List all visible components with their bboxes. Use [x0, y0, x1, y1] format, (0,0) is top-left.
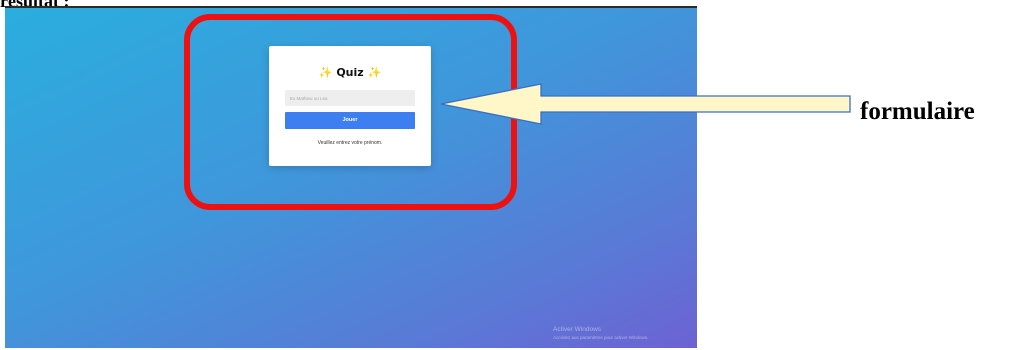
- annotation-arrow: [440, 83, 851, 125]
- activate-windows-title: Activer Windows: [553, 326, 602, 333]
- annotation-label: formulaire: [860, 98, 975, 125]
- activate-windows-subtitle: Accédez aux paramètres pour activer Wind…: [553, 335, 649, 340]
- document-page: résultat : ✨ Quiz ✨ Jouer Veuillez entre…: [0, 0, 1009, 350]
- activate-windows-watermark: Activer Windows Accédez aux paramètres p…: [553, 326, 648, 342]
